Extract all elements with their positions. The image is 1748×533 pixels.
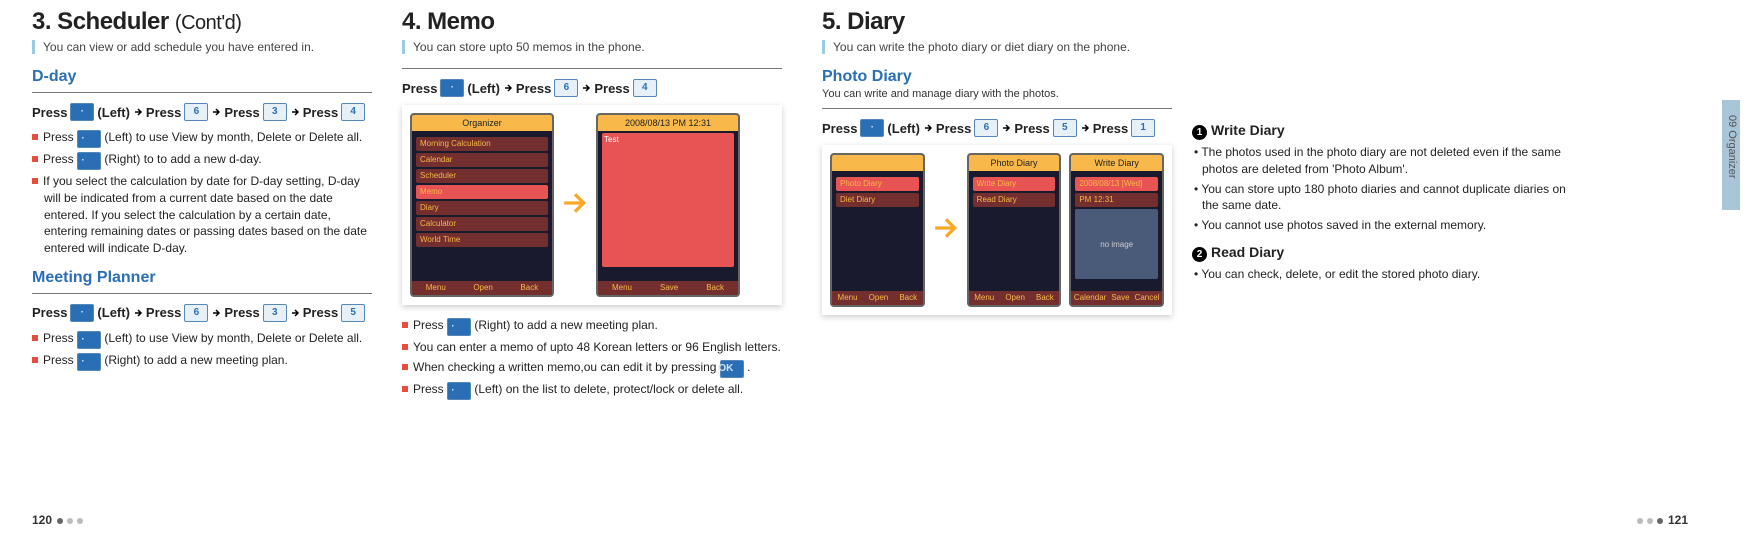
divider <box>32 92 372 93</box>
screen-body: Morning CalculationCalendarSchedulerMemo… <box>412 131 552 253</box>
bullets-dday: Press · (Left) to use View by month, Del… <box>32 129 372 257</box>
intro-diary: You can write the photo diary or diet di… <box>822 40 1172 54</box>
side-label: 09 Organizer <box>1726 115 1738 179</box>
screen-header <box>832 155 923 171</box>
diary-time: PM 12:31 <box>1075 193 1158 207</box>
divider <box>402 68 782 69</box>
circled-2: 2 <box>1192 247 1207 262</box>
page-left: 120 <box>32 513 85 527</box>
screen-body: Photo DiaryDiet Diary <box>832 171 923 213</box>
column-diary: 5. Diary You can write the photo diary o… <box>822 8 1192 412</box>
diary-date: 2008/08/13 [Wed] <box>1075 177 1158 191</box>
arrow-icon <box>562 190 588 221</box>
screen-foot: CalendarSaveCancel <box>1071 291 1162 305</box>
diary-screens: Photo DiaryDiet Diary MenuOpenBack Photo… <box>822 145 1172 315</box>
title-scheduler-cont: (Cont'd) <box>175 12 242 34</box>
title-memo: 4. Memo <box>402 8 782 36</box>
column-memo: 4. Memo You can store upto 50 memos in t… <box>402 8 822 412</box>
screen-write-diary: Write Diary 2008/08/13 [Wed] PM 12:31 no… <box>1069 153 1164 307</box>
screen-foot: MenuOpenBack <box>832 291 923 305</box>
arrow-icon <box>933 215 959 246</box>
write-diary-label: Write Diary <box>1211 122 1285 138</box>
screen-photo-diary: Photo Diary Write DiaryRead Diary MenuOp… <box>967 153 1062 307</box>
heading-read-diary: 2 Read Diary <box>1192 244 1572 262</box>
note-photo-diary: You can write and manage diary with the … <box>822 88 1172 100</box>
intro-memo: You can store upto 50 memos in the phone… <box>402 40 782 54</box>
bullets-read-diary: • You can check, delete, or edit the sto… <box>1192 266 1572 283</box>
screen-diary-menu: Photo DiaryDiet Diary MenuOpenBack <box>830 153 925 307</box>
column-scheduler: 3. Scheduler (Cont'd) You can view or ad… <box>32 8 402 412</box>
heading-photo-diary: Photo Diary <box>822 68 1172 86</box>
screen-foot: MenuOpenBack <box>412 281 552 295</box>
bullets-meeting: Press · (Left) to use View by month, Del… <box>32 330 372 371</box>
intro-scheduler: You can view or add schedule you have en… <box>32 40 372 54</box>
screen-foot: MenuSaveBack <box>598 281 738 295</box>
press-photo-diary: Press·(Left)Press6Press5Press1 <box>822 119 1172 137</box>
screen-organizer: Organizer Morning CalculationCalendarSch… <box>410 113 554 297</box>
screen-memo: 2008/08/13 PM 12:31 Test MenuSaveBack <box>596 113 740 297</box>
bullets-write-diary: • The photos used in the photo diary are… <box>1192 144 1572 234</box>
press-dday: Press·(Left)Press6Press3Press4 <box>32 103 372 121</box>
no-image: no image <box>1075 209 1158 279</box>
heading-meeting: Meeting Planner <box>32 269 372 287</box>
title-diary: 5. Diary <box>822 8 1172 36</box>
page-num-right: 121 <box>1668 513 1688 527</box>
title-scheduler: 3. Scheduler (Cont'd) <box>32 8 372 36</box>
press-memo: Press·(Left)Press6Press4 <box>402 79 782 97</box>
press-meeting: Press·(Left)Press6Press3Press5 <box>32 304 372 322</box>
divider <box>32 293 372 294</box>
memo-text: Test <box>602 133 734 267</box>
screen-header: Organizer <box>412 115 552 131</box>
screen-body: Write DiaryRead Diary <box>969 171 1060 213</box>
read-diary-label: Read Diary <box>1211 244 1284 260</box>
page-footer: 120 121 <box>32 513 1688 527</box>
heading-write-diary: 1 Write Diary <box>1192 122 1572 140</box>
title-scheduler-text: 3. Scheduler <box>32 8 169 35</box>
screen-header: 2008/08/13 PM 12:31 <box>598 115 738 131</box>
page-right: 121 <box>1635 513 1688 527</box>
screen-foot: MenuOpenBack <box>969 291 1060 305</box>
memo-screens: Organizer Morning CalculationCalendarSch… <box>402 105 782 305</box>
divider <box>822 108 1172 109</box>
screen-header: Write Diary <box>1071 155 1162 171</box>
column-diary-details: 1 Write Diary • The photos used in the ph… <box>1192 8 1572 412</box>
screen-body: 2008/08/13 [Wed] PM 12:31 no image <box>1071 171 1162 285</box>
heading-dday: D-day <box>32 68 372 86</box>
bullets-memo: Press · (Right) to add a new meeting pla… <box>402 317 782 400</box>
circled-1: 1 <box>1192 125 1207 140</box>
page-num-left: 120 <box>32 513 52 527</box>
screen-header: Photo Diary <box>969 155 1060 171</box>
